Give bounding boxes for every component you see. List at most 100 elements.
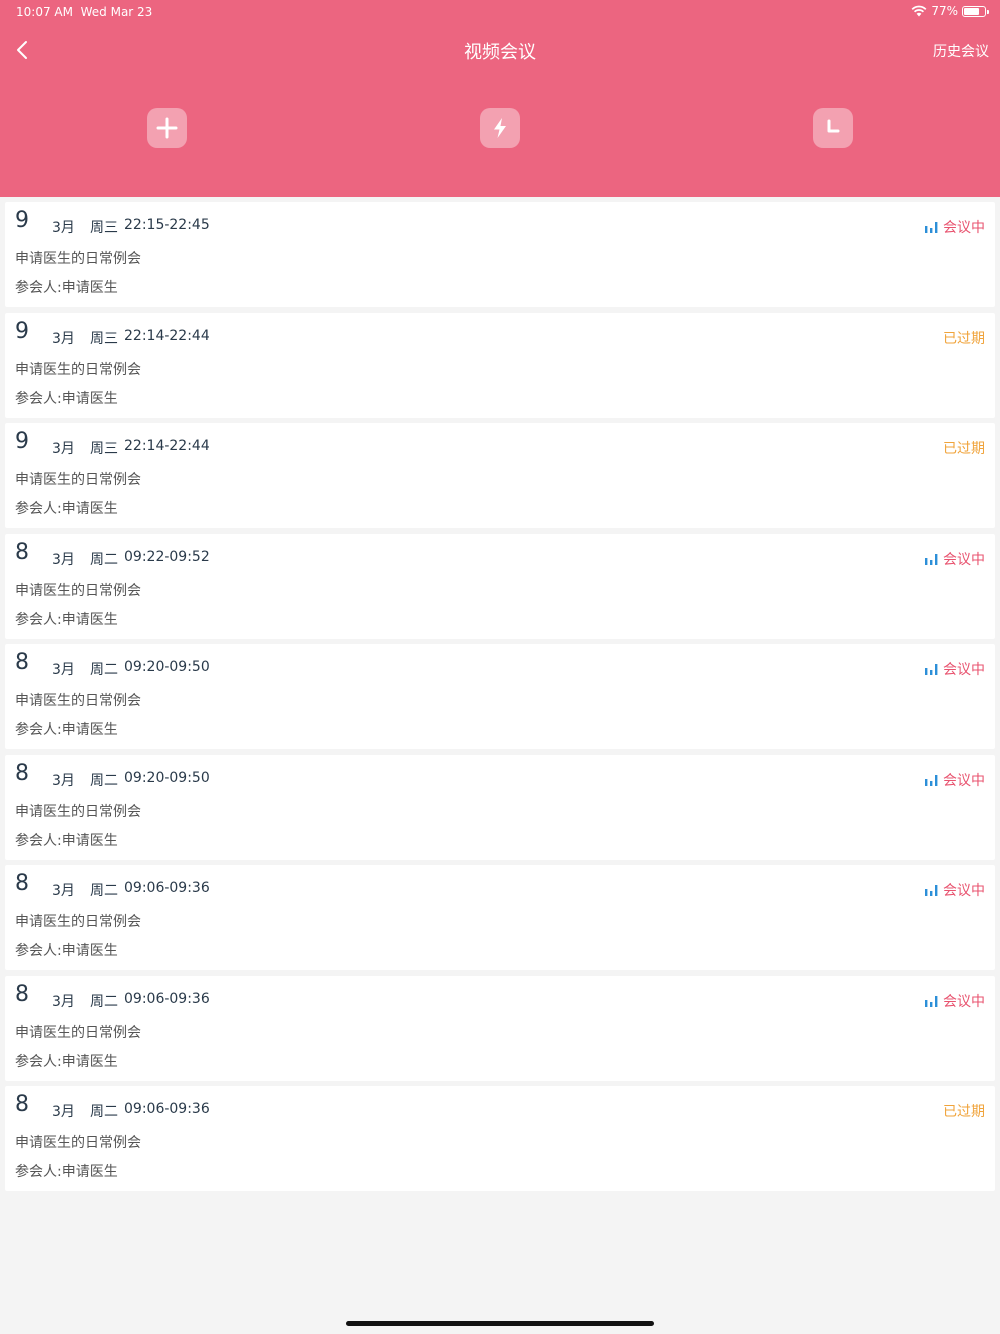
meeting-month: 3月 xyxy=(52,662,75,678)
status-label: 会议中 xyxy=(943,551,985,568)
status-time: 10:07 AM Wed Mar 23 xyxy=(16,5,152,19)
status-badge: 会议中 xyxy=(925,217,985,237)
meeting-month: 3月 xyxy=(52,883,75,899)
meeting-title: 申请医生的日常例会 xyxy=(15,693,141,709)
status-label: 会议中 xyxy=(943,662,985,678)
meeting-month: 3月 xyxy=(52,993,75,1010)
meeting-weekday: 周二 xyxy=(90,772,118,789)
meeting-weekday: 周二 xyxy=(90,993,118,1010)
status-label: 会议中 xyxy=(943,993,985,1010)
meeting-day: 8 xyxy=(15,539,29,565)
meeting-title: 申请医生的日常例会 xyxy=(15,803,141,820)
meeting-time: 09:06-09:36 xyxy=(124,880,210,896)
battery-percent: 77% xyxy=(931,4,958,18)
battery-icon xyxy=(962,5,989,17)
meeting-weekday: 周二 xyxy=(90,883,118,899)
signal-bars-icon xyxy=(925,885,938,896)
meeting-card[interactable]: 9 3月 周三 22:14-22:44 已过期申请医生的日常例会 参会人:申请医生 xyxy=(5,312,995,418)
meeting-month: 3月 xyxy=(52,220,75,236)
meeting-month: 3月 xyxy=(52,330,75,347)
meeting-day: 9 xyxy=(15,208,29,233)
quick-meeting-button[interactable] xyxy=(480,108,520,148)
meeting-title: 申请医生的日常例会 xyxy=(15,251,141,267)
meeting-time: 09:06-09:36 xyxy=(124,990,210,1007)
meeting-title: 申请医生的日常例会 xyxy=(15,361,141,378)
scheduled-meeting-button[interactable] xyxy=(813,108,853,148)
signal-bars-icon xyxy=(925,553,938,565)
status-date: Wed Mar 23 xyxy=(80,5,153,19)
plus-icon xyxy=(156,117,178,139)
status-label: 已过期 xyxy=(943,1104,985,1120)
meeting-weekday: 周二 xyxy=(90,551,118,568)
meeting-card[interactable]: 9 3月 周三 22:14-22:44 已过期 申请医生的日常例会 参会人:申请医生 xyxy=(5,423,995,528)
clock-icon xyxy=(827,119,840,133)
meeting-time: 22:15-22:45 xyxy=(124,217,210,233)
meeting-time: 09:20-09:50 xyxy=(124,659,210,675)
meeting-card[interactable]: 9 3月 周三 22:15-22:45 会议中申请医生的日常例会 参会人:申请医生 xyxy=(5,202,995,307)
wifi-icon xyxy=(911,5,927,17)
meeting-weekday: 周三 xyxy=(90,220,118,236)
meeting-title: 申请医生的日常例会 xyxy=(15,582,141,599)
page-title: 视频会议 xyxy=(464,42,536,63)
signal-bars-icon xyxy=(925,995,938,1007)
status-bar: 10:07 AM Wed Mar 23 77% xyxy=(0,0,1000,24)
status-badge: 会议中 xyxy=(925,659,985,679)
meeting-day: 8 xyxy=(15,871,29,896)
lightning-icon xyxy=(494,118,506,138)
meeting-card[interactable]: 8 3月 周二 09:06-09:36 会议中申请医生的日常例会 参会人:申请医生 xyxy=(5,865,995,970)
meeting-day: 8 xyxy=(15,1092,29,1117)
status-badge: 已过期 xyxy=(943,328,985,348)
meeting-weekday: 周三 xyxy=(90,441,118,457)
meeting-day: 9 xyxy=(15,318,29,344)
meeting-title: 申请医生的日常例会 xyxy=(15,472,141,488)
status-clock: 10:07 AM xyxy=(16,5,73,19)
meeting-time: 09:22-09:52 xyxy=(124,548,210,565)
status-badge: 会议中 xyxy=(925,880,985,900)
meeting-weekday: 周二 xyxy=(90,662,118,678)
status-badge: 已过期 xyxy=(943,1101,985,1121)
meeting-day: 9 xyxy=(15,429,29,454)
meeting-card[interactable]: 8 3月 周二 09:06-09:36 会议中申请医生的日常例会 参会人:申请医生 xyxy=(5,975,995,1081)
meeting-participants: 参会人:申请医生 xyxy=(15,943,118,959)
meeting-weekday: 周三 xyxy=(90,330,118,347)
meeting-participants: 参会人:申请医生 xyxy=(15,1053,118,1070)
meeting-month: 3月 xyxy=(52,1104,75,1120)
status-label: 会议中 xyxy=(943,883,985,899)
meeting-card[interactable]: 8 3月 周二 09:22-09:52 会议中申请医生的日常例会 参会人:申请医生 xyxy=(5,533,995,639)
status-label: 已过期 xyxy=(943,330,985,347)
meeting-weekday: 周二 xyxy=(90,1104,118,1120)
meeting-title: 申请医生的日常例会 xyxy=(15,1024,141,1041)
meeting-participants: 参会人:申请医生 xyxy=(15,501,118,517)
meeting-time: 09:20-09:50 xyxy=(124,769,210,786)
history-meetings-link[interactable]: 历史会议 xyxy=(933,41,989,61)
header: 10:07 AM Wed Mar 23 77% 视频会议 历史会议 xyxy=(0,0,1000,197)
status-label: 会议中 xyxy=(943,220,985,236)
meeting-day: 8 xyxy=(15,650,29,675)
meeting-list: 9 3月 周三 22:15-22:45 会议中 申请医生的日常例会 参会人:申请医生 9 3月周… xyxy=(5,202,995,1197)
signal-bars-icon xyxy=(925,222,938,233)
meeting-time: 22:14-22:44 xyxy=(124,327,210,344)
home-indicator xyxy=(346,1321,654,1326)
meeting-card[interactable]: 8 3月 周二 09:06-09:36 已过期 申请医生的日常例会 参会人:申请医生 xyxy=(5,1086,995,1191)
status-badge: 已过期 xyxy=(943,438,985,458)
meeting-month: 3月 xyxy=(52,551,75,568)
status-label: 会议中 xyxy=(943,772,985,789)
meeting-card[interactable]: 8 3月 周二 09:20-09:50 会议中 申请医生的日常例会 参会人:申请医生 xyxy=(5,644,995,749)
meeting-day: 8 xyxy=(15,981,29,1007)
meeting-card[interactable]: 8 3月 周二 09:20-09:50 会议中 申请医生的日常例会 参会人:申请医生 xyxy=(5,754,995,860)
meeting-month: 3月 xyxy=(52,441,75,457)
meeting-title: 申请医生的日常例会 xyxy=(15,914,141,930)
status-indicators: 77% xyxy=(911,4,989,18)
signal-bars-icon xyxy=(925,664,938,675)
status-label: 已过期 xyxy=(943,441,985,457)
status-badge: 会议中 xyxy=(925,549,985,569)
meeting-participants: 参会人:申请医生 xyxy=(15,280,118,296)
meeting-participants: 参会人:申请医生 xyxy=(15,611,118,628)
meeting-participants: 参会人:申请医生 xyxy=(15,390,118,407)
meeting-month: 3月 xyxy=(52,772,75,789)
meeting-day: 8 xyxy=(15,760,29,786)
meeting-participants: 参会人:申请医生 xyxy=(15,1164,118,1180)
status-badge: 会议中 xyxy=(925,991,985,1011)
status-badge: 会议中 xyxy=(925,770,985,790)
create-meeting-button[interactable] xyxy=(147,108,187,148)
